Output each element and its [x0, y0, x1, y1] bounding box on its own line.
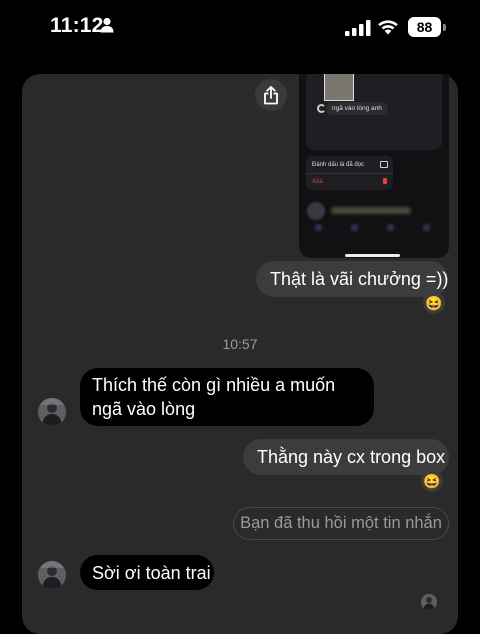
shared-image-pill: ngã vào lòng anh: [326, 102, 388, 115]
battery-icon: 88: [408, 17, 441, 37]
person-icon: [100, 17, 114, 38]
signal-icon: [345, 20, 371, 41]
status-bar: 11:12 88: [0, 0, 480, 58]
battery-cap: [443, 24, 446, 31]
home-indicator: [345, 254, 400, 257]
reaction-badge[interactable]: 😆: [423, 292, 445, 314]
timestamp: 10:57: [222, 336, 258, 352]
message-bubble-incoming[interactable]: Sời ơi toàn trai: [80, 555, 214, 590]
share-button[interactable]: [255, 79, 287, 111]
swirl-icon: [317, 104, 326, 113]
blurred-text: [331, 207, 411, 214]
reaction-badge[interactable]: 😆: [421, 470, 443, 492]
shared-image-card: ngã vào lòng anh: [306, 74, 442, 150]
laughing-emoji: 😆: [425, 295, 443, 311]
recalled-message[interactable]: Bạn đã thu hồi một tin nhắn: [233, 507, 449, 540]
trash-icon: [383, 178, 387, 184]
status-time: 11:12: [50, 14, 104, 37]
shared-image-thumbnail: [324, 74, 354, 101]
avatar[interactable]: [38, 561, 66, 589]
wifi-icon: [377, 18, 399, 40]
message-bubble-incoming[interactable]: Thích thế còn gì nhiều a muốn ngã vào lò…: [80, 368, 374, 426]
menu-delete: Xóa: [312, 179, 323, 185]
shared-image-menu: Đánh dấu là đã đọc Xóa: [306, 156, 393, 190]
battery-level: 88: [416, 19, 433, 35]
blurred-avatar: [307, 202, 325, 220]
share-icon: [264, 85, 278, 104]
seen-avatar: [421, 594, 437, 610]
laughing-emoji: 😆: [423, 473, 441, 489]
message-bubble-outgoing[interactable]: Thằng này cx trong box: [243, 439, 449, 475]
menu-divider: [306, 173, 393, 174]
message-bubble-outgoing[interactable]: Thật là vãi chưởng =)): [256, 261, 448, 297]
menu-mark-read: Đánh dấu là đã đọc: [312, 162, 365, 168]
shared-image[interactable]: ngã vào lòng anh Đánh dấu là đã đọc Xóa: [299, 74, 449, 258]
mark-read-icon: [380, 161, 388, 168]
avatar[interactable]: [38, 398, 66, 426]
